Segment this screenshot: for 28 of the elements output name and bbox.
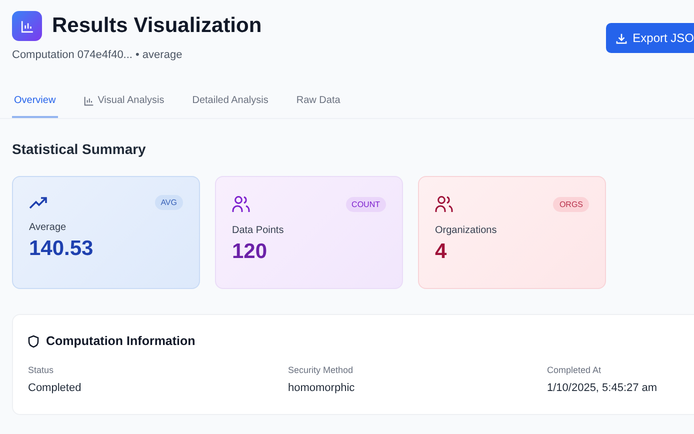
- field-value: 1/10/2025, 5:45:27 am: [547, 382, 658, 394]
- stat-tag: AVG: [154, 195, 183, 210]
- page-title: Results Visualization: [52, 14, 262, 38]
- page-subtitle: Computation 074e4f40... • average: [12, 49, 184, 61]
- stat-label: Organizations: [435, 225, 498, 236]
- stat-tag: ORGS: [553, 196, 589, 212]
- tab[interactable]: Detailed Analysis: [190, 95, 270, 118]
- stat-label: Average: [29, 222, 68, 233]
- field-value: homomorphic: [288, 382, 356, 394]
- section-title: Statistical Summary: [12, 141, 147, 157]
- stat-value: 120: [232, 240, 268, 264]
- shield-icon: [28, 334, 39, 348]
- field-label: Security Method: [288, 365, 354, 375]
- field-label: Completed At: [547, 365, 602, 375]
- field-value: Completed: [28, 382, 82, 394]
- bar-chart-icon: [20, 20, 34, 32]
- field-label: Status: [28, 365, 55, 375]
- download-icon: [616, 32, 627, 44]
- stat-tag: COUNT: [346, 196, 386, 212]
- bar-chart-icon: [84, 96, 94, 106]
- export-button[interactable]: Export JSO: [606, 23, 694, 53]
- tab[interactable]: Visual Analysis: [82, 95, 166, 118]
- stat-value: 140.53: [29, 237, 94, 261]
- stat-value: 4: [435, 240, 448, 264]
- tab[interactable]: Overview: [12, 95, 58, 118]
- info-title: Computation Information: [46, 334, 196, 348]
- stat-label: Data Points: [232, 225, 285, 236]
- tab[interactable]: Raw Data: [294, 95, 342, 118]
